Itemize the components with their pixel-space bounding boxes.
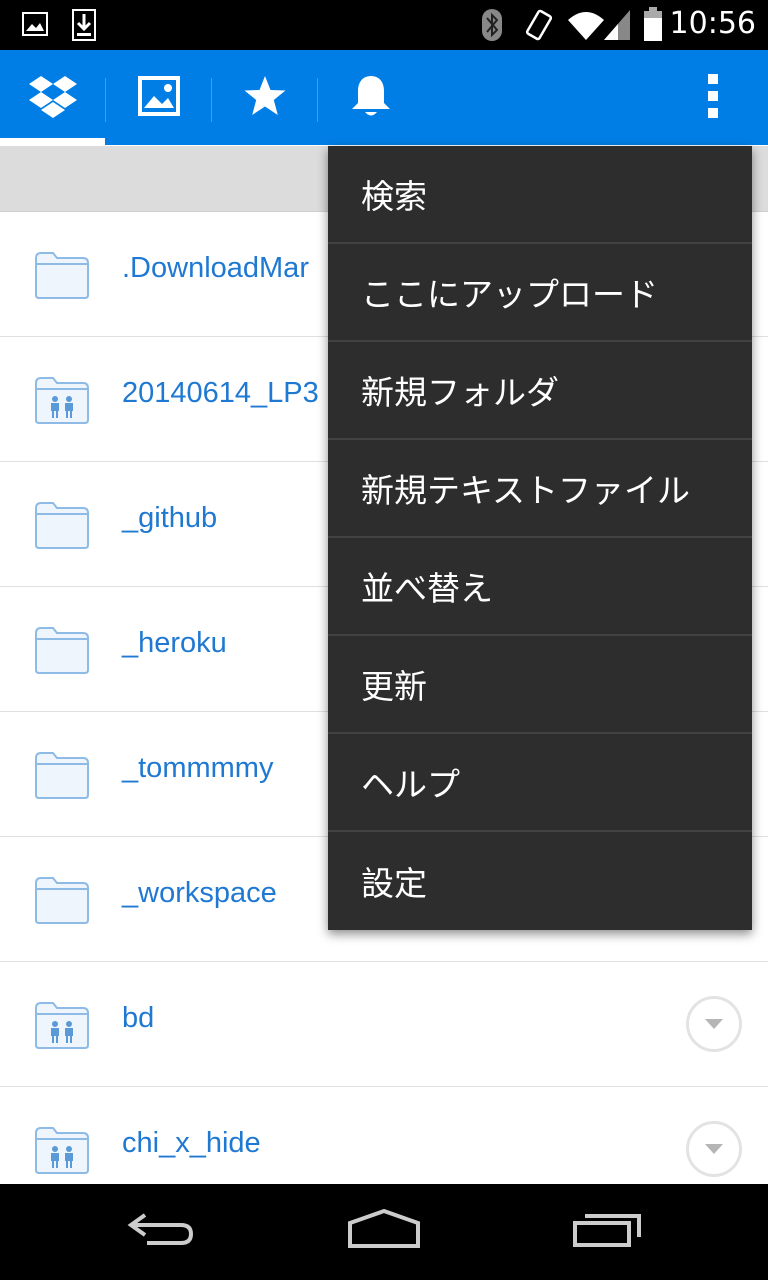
vibrate-icon bbox=[522, 8, 556, 46]
file-name: _workspace bbox=[122, 877, 277, 909]
chevron-down-icon bbox=[705, 1144, 723, 1154]
back-button[interactable] bbox=[115, 1206, 205, 1256]
folder-icon bbox=[34, 500, 90, 554]
tab-notifications[interactable] bbox=[318, 50, 423, 145]
tab-dropbox[interactable] bbox=[0, 50, 105, 145]
list-item[interactable]: bd bbox=[0, 962, 768, 1087]
folder-icon bbox=[34, 750, 90, 804]
chevron-down-icon bbox=[705, 1019, 723, 1029]
clock: 10:56 bbox=[669, 6, 756, 41]
menu-item-sort[interactable]: 並べ替え bbox=[328, 538, 752, 636]
status-bar: 10:56 bbox=[0, 0, 768, 50]
home-button[interactable] bbox=[339, 1206, 429, 1256]
action-bar bbox=[0, 50, 768, 145]
file-name: _heroku bbox=[122, 627, 227, 659]
folder-icon bbox=[34, 875, 90, 929]
wifi-icon bbox=[566, 8, 606, 46]
shared-folder-icon bbox=[34, 1125, 90, 1179]
menu-item-search[interactable]: 検索 bbox=[328, 146, 752, 244]
navigation-bar bbox=[0, 1184, 768, 1280]
battery-icon bbox=[642, 6, 664, 46]
tab-favorites[interactable] bbox=[212, 50, 317, 145]
file-name: _github bbox=[122, 502, 218, 534]
photos-icon bbox=[137, 75, 180, 120]
back-icon bbox=[125, 1211, 195, 1251]
menu-item-new-text-file[interactable]: 新規テキストファイル bbox=[328, 440, 752, 538]
file-name: _tommmmy bbox=[122, 752, 274, 784]
file-name: bd bbox=[122, 1002, 155, 1034]
file-name: chi_x_hide bbox=[122, 1127, 261, 1159]
dropbox-icon bbox=[28, 74, 77, 122]
cell-signal-icon bbox=[602, 8, 632, 46]
tab-photos[interactable] bbox=[106, 50, 211, 145]
menu-item-upload-here[interactable]: ここにアップロード bbox=[328, 244, 752, 342]
shared-folder-icon bbox=[34, 1000, 90, 1054]
download-notification-icon bbox=[72, 9, 96, 45]
item-menu-button[interactable] bbox=[686, 1121, 742, 1177]
recents-button[interactable] bbox=[562, 1206, 652, 1256]
star-icon bbox=[243, 75, 287, 121]
file-name: 20140614_LP3 bbox=[122, 377, 319, 409]
menu-item-help[interactable]: ヘルプ bbox=[328, 734, 752, 832]
overflow-menu: 検索 ここにアップロード 新規フォルダ 新規テキストファイル 並べ替え 更新 ヘ… bbox=[328, 146, 752, 930]
file-name: .DownloadMar bbox=[122, 252, 309, 284]
home-icon bbox=[347, 1208, 421, 1253]
menu-item-settings[interactable]: 設定 bbox=[328, 832, 752, 930]
folder-icon bbox=[34, 250, 90, 304]
bluetooth-icon bbox=[480, 8, 504, 46]
menu-item-refresh[interactable]: 更新 bbox=[328, 636, 752, 734]
item-menu-button[interactable] bbox=[686, 996, 742, 1052]
recents-icon bbox=[572, 1211, 642, 1251]
overflow-menu-icon bbox=[707, 73, 719, 123]
folder-icon bbox=[34, 625, 90, 679]
menu-item-new-folder[interactable]: 新規フォルダ bbox=[328, 342, 752, 440]
image-notification-icon bbox=[22, 12, 48, 40]
overflow-menu-button[interactable] bbox=[688, 50, 738, 145]
shared-folder-icon bbox=[34, 375, 90, 429]
bell-icon bbox=[349, 73, 393, 123]
